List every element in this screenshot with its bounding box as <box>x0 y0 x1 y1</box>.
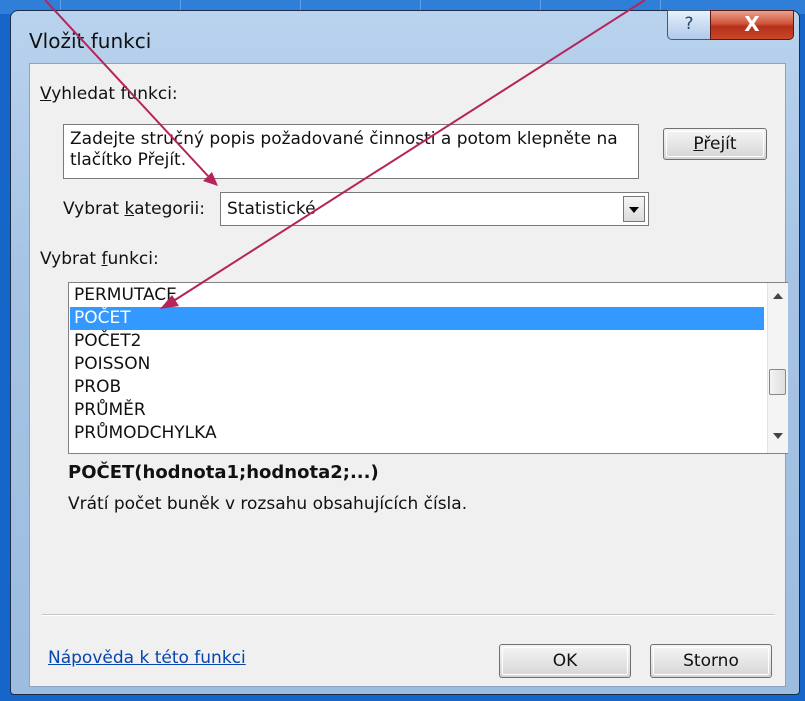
list-item-selected[interactable]: POČET <box>70 307 764 330</box>
close-icon: X <box>744 12 760 36</box>
list-item[interactable]: PRŮMĚR <box>70 399 764 422</box>
dialog-body: Vyhledat funkci: Zadejte stručný popis p… <box>29 63 788 687</box>
list-item[interactable]: PROB <box>70 376 764 399</box>
search-input[interactable]: Zadejte stručný popis požadované činnost… <box>63 124 639 179</box>
list-item[interactable]: POČET2 <box>70 330 764 353</box>
footer-divider <box>42 614 775 616</box>
scroll-up-icon[interactable] <box>773 293 783 299</box>
ok-button[interactable]: OK <box>499 644 631 678</box>
category-select[interactable]: Statistické <box>220 192 649 226</box>
cancel-button[interactable]: Storno <box>650 644 772 678</box>
close-button[interactable]: X <box>710 10 794 40</box>
go-button[interactable]: Přejít <box>663 128 767 160</box>
insert-function-dialog: Vložit funkci ? X Vyhledat funkci: Zadej… <box>10 10 800 695</box>
category-selected-value: Statistické <box>227 199 316 219</box>
help-button[interactable]: ? <box>667 10 711 40</box>
list-item[interactable]: POISSON <box>70 353 764 376</box>
question-icon: ? <box>684 14 694 34</box>
scroll-thumb[interactable] <box>769 369 786 395</box>
list-scrollbar[interactable] <box>767 283 788 453</box>
function-listbox[interactable]: PERMUTACE POČET POČET2 POISSON PROB PRŮM… <box>68 282 788 454</box>
list-item[interactable]: PRŮMODCHYLKA <box>70 422 764 445</box>
chevron-down-icon <box>629 207 639 213</box>
search-label: Vyhledat funkci: <box>40 84 178 104</box>
scroll-down-icon[interactable] <box>773 433 783 439</box>
list-item[interactable]: PERMUTACE <box>70 284 764 307</box>
function-signature: POČET(hodnota1;hodnota2;...) <box>68 462 379 483</box>
dialog-title: Vložit funkci <box>29 29 152 53</box>
function-description: Vrátí počet buněk v rozsahu obsahujících… <box>68 494 468 514</box>
category-label: Vybrat kategorii: <box>63 199 205 219</box>
dropdown-button[interactable] <box>623 196 645 222</box>
function-list-label: Vybrat funkci: <box>40 249 159 269</box>
function-help-link[interactable]: Nápověda k této funkci <box>48 648 246 668</box>
